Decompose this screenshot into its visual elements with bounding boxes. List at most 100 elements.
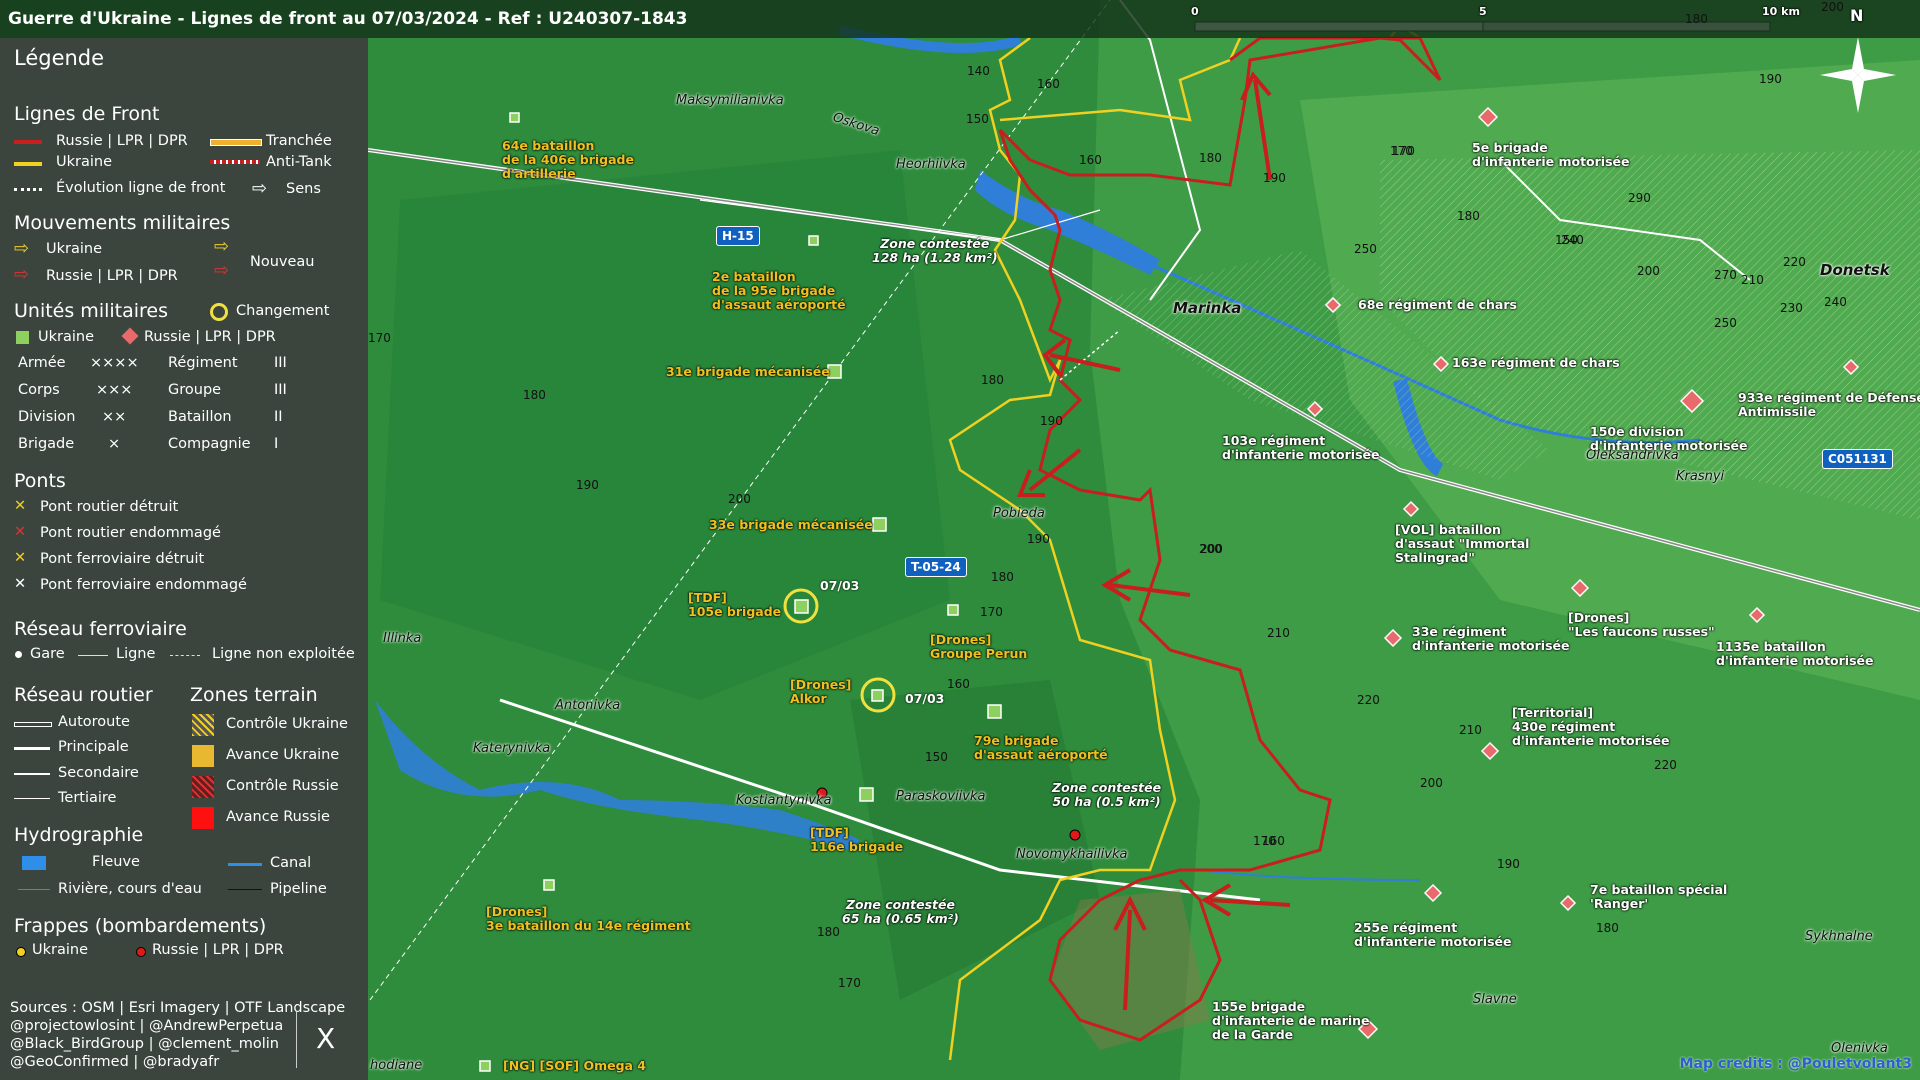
pipeline-swatch — [228, 889, 262, 890]
altitude-label: 160 — [1262, 834, 1285, 848]
unit-ukraine-marker[interactable] — [872, 517, 887, 532]
x-logo-icon[interactable]: X — [316, 1022, 335, 1055]
unit-label-ukraine[interactable]: [Drones] 3e bataillon du 14e régiment — [486, 905, 691, 933]
unit-label-ukraine[interactable]: 64e bataillon de la 406e brigade d'artille… — [502, 139, 634, 181]
river-swatch — [22, 856, 46, 870]
altitude-label: 290 — [1628, 191, 1651, 205]
legend-road-item: Principale — [58, 739, 129, 755]
altitude-label: 180 — [981, 373, 1004, 387]
bridge-rail-damaged-icon: ✕ — [14, 576, 27, 592]
legend-zone-item: Avance Ukraine — [226, 747, 340, 763]
unit-ukraine-marker[interactable] — [479, 1060, 491, 1072]
legend-panel: Légende Lignes de Front Russie | LPR | D… — [0, 38, 368, 1080]
town-label: Sykhnalne — [1805, 929, 1873, 944]
map-credits: Map credits : @Pouletvolant3 — [1679, 1056, 1912, 1072]
town-label: Slavne — [1473, 992, 1517, 1007]
altitude-label: 210 — [1741, 273, 1764, 287]
legend-echelon-name: Brigade — [18, 436, 75, 452]
bridge-road-damaged-icon: ✕ — [14, 524, 27, 540]
unit-label-ukraine[interactable]: [Drones] Groupe Perun — [930, 633, 1027, 661]
legend-bridge-item: Pont routier détruit — [40, 499, 179, 515]
legend-echelon-symbol: III — [274, 382, 287, 398]
unit-ukraine-marker[interactable] — [794, 599, 809, 614]
altitude-label: 220 — [1654, 758, 1677, 772]
unit-label-russia[interactable]: 5e brigade d'infanterie motorisée — [1472, 141, 1629, 169]
altitude-label: 180 — [1199, 151, 1222, 165]
unit-label-ukraine[interactable]: [TDF] 105e brigade — [688, 591, 781, 619]
unit-label-russia[interactable]: 7e bataillon spécial 'Ranger' — [1590, 883, 1727, 911]
legend-front-ukraine: Ukraine — [56, 154, 112, 170]
altitude-label: 170 — [368, 331, 391, 345]
altitude-label: 140 — [967, 64, 990, 78]
unit-ukraine-marker[interactable] — [509, 112, 520, 123]
unit-label-russia[interactable]: [Territorial] 430e régiment d'infanterie m… — [1512, 706, 1669, 748]
legend-front-russia: Russie | LPR | DPR — [56, 133, 188, 149]
title-bar: Guerre d'Ukraine - Lignes de front au 07… — [0, 0, 1920, 38]
unit-label-ukraine[interactable]: [Drones] Alkor — [790, 678, 851, 706]
legend-rail-title: Réseau ferroviaire — [14, 618, 187, 640]
legend-echelon-symbol: ×××× — [90, 355, 139, 371]
legend-front-evolution: Évolution ligne de front — [56, 180, 226, 196]
unit-label-russia[interactable]: [Drones] "Les faucons russes" — [1568, 611, 1715, 639]
altitude-label: 190 — [1040, 414, 1063, 428]
unit-ukraine-marker[interactable] — [543, 879, 555, 891]
legend-road-item: Tertiaire — [58, 790, 117, 806]
unit-label-ukraine[interactable]: 33e brigade mécanisée — [709, 518, 873, 532]
legend-hydro-river: Fleuve — [92, 854, 140, 870]
unit-label-russia[interactable]: 163e régiment de chars — [1452, 356, 1620, 370]
unit-label-ukraine[interactable]: [NG] [SOF] Omega 4 — [503, 1059, 646, 1073]
altitude-label: 150 — [1555, 233, 1578, 247]
altitude-label: 170 — [980, 605, 1003, 619]
unit-ukraine-marker[interactable] — [859, 787, 874, 802]
unit-label-russia[interactable]: 33e régiment d'infanterie motorisée — [1412, 625, 1569, 653]
town-label: Marinka — [1173, 299, 1242, 317]
town-label: Antonivka — [555, 698, 621, 713]
altitude-label: 250 — [1714, 316, 1737, 330]
unit-label-russia[interactable]: 68e régiment de chars — [1358, 298, 1517, 312]
legend-echelon-name: Régiment — [168, 355, 238, 371]
unit-label-russia[interactable]: [VOL] bataillon d'assaut "Immortal Staling… — [1395, 523, 1529, 565]
legend-russia-line-swatch — [14, 140, 42, 144]
unit-ukraine-marker[interactable] — [987, 704, 1002, 719]
legend-echelon-name: Bataillon — [168, 409, 232, 425]
legend-moves-new: Nouveau — [250, 254, 315, 270]
unit-label-ukraine[interactable]: [TDF] 116e brigade — [810, 826, 903, 854]
unit-label-russia[interactable]: 150e division d'infanterie motorisée — [1590, 425, 1747, 453]
stream-swatch — [18, 889, 50, 890]
unit-label-ukraine[interactable]: 31e brigade mécanisée — [666, 365, 830, 379]
legend-bridge-item: Pont ferroviaire détruit — [40, 551, 205, 567]
altitude-label: 150 — [925, 750, 948, 764]
legend-front-trench: Tranchée — [266, 133, 332, 149]
legend-rail-unused: Ligne non exploitée — [212, 646, 355, 662]
legend-echelon-symbol: ×× — [102, 409, 127, 425]
altitude-label: 180 — [1596, 921, 1619, 935]
unit-label-russia[interactable]: 1135e bataillon d'infanterie motorisée — [1716, 640, 1873, 668]
unit-ukraine-marker[interactable] — [808, 235, 819, 246]
legend-road-item: Secondaire — [58, 765, 139, 781]
legend-strikes-ukraine: Ukraine — [32, 942, 88, 958]
town-label: hodiane — [370, 1058, 423, 1073]
unit-label-ukraine[interactable]: 2e bataillon de la 95e brigade d'assaut aé… — [712, 270, 846, 312]
unit-ukraine-marker[interactable] — [871, 689, 884, 702]
legend-echelon-name: Corps — [18, 382, 60, 398]
legend-moves-title: Mouvements militaires — [14, 212, 231, 234]
legend-echelon-name: Compagnie — [168, 436, 251, 452]
zone-russia-control-swatch — [192, 776, 214, 798]
altitude-label: 160 — [947, 677, 970, 691]
unit-label-russia[interactable]: 933e régiment de Défense Antimissile — [1738, 391, 1920, 419]
legend-units-title: Unités militaires — [14, 300, 169, 322]
unit-ukraine-marker[interactable] — [947, 604, 959, 616]
road-shield-c051131: C051131 — [1822, 449, 1893, 469]
legend-title: Légende — [14, 46, 105, 70]
town-label: Kostiantynivka — [736, 793, 832, 808]
unit-label-russia[interactable]: 103e régiment d'infanterie motorisée — [1222, 434, 1379, 462]
unit-label-ukraine[interactable]: 79e brigade d'assaut aéroporté — [974, 734, 1108, 762]
unit-label-russia[interactable]: 155e brigade d'infanterie de marine de la … — [1212, 1000, 1370, 1042]
road-shield-h15: H-15 — [716, 226, 760, 246]
legend-evolution-swatch — [14, 188, 42, 191]
bridge-road-destroyed-icon: ✕ — [14, 498, 27, 514]
tertiary-road-swatch — [14, 798, 50, 799]
zone-ukraine-advance-swatch — [192, 745, 214, 767]
legend-road-item: Autoroute — [58, 714, 130, 730]
unit-label-russia[interactable]: 255e régiment d'infanterie motorisée — [1354, 921, 1511, 949]
